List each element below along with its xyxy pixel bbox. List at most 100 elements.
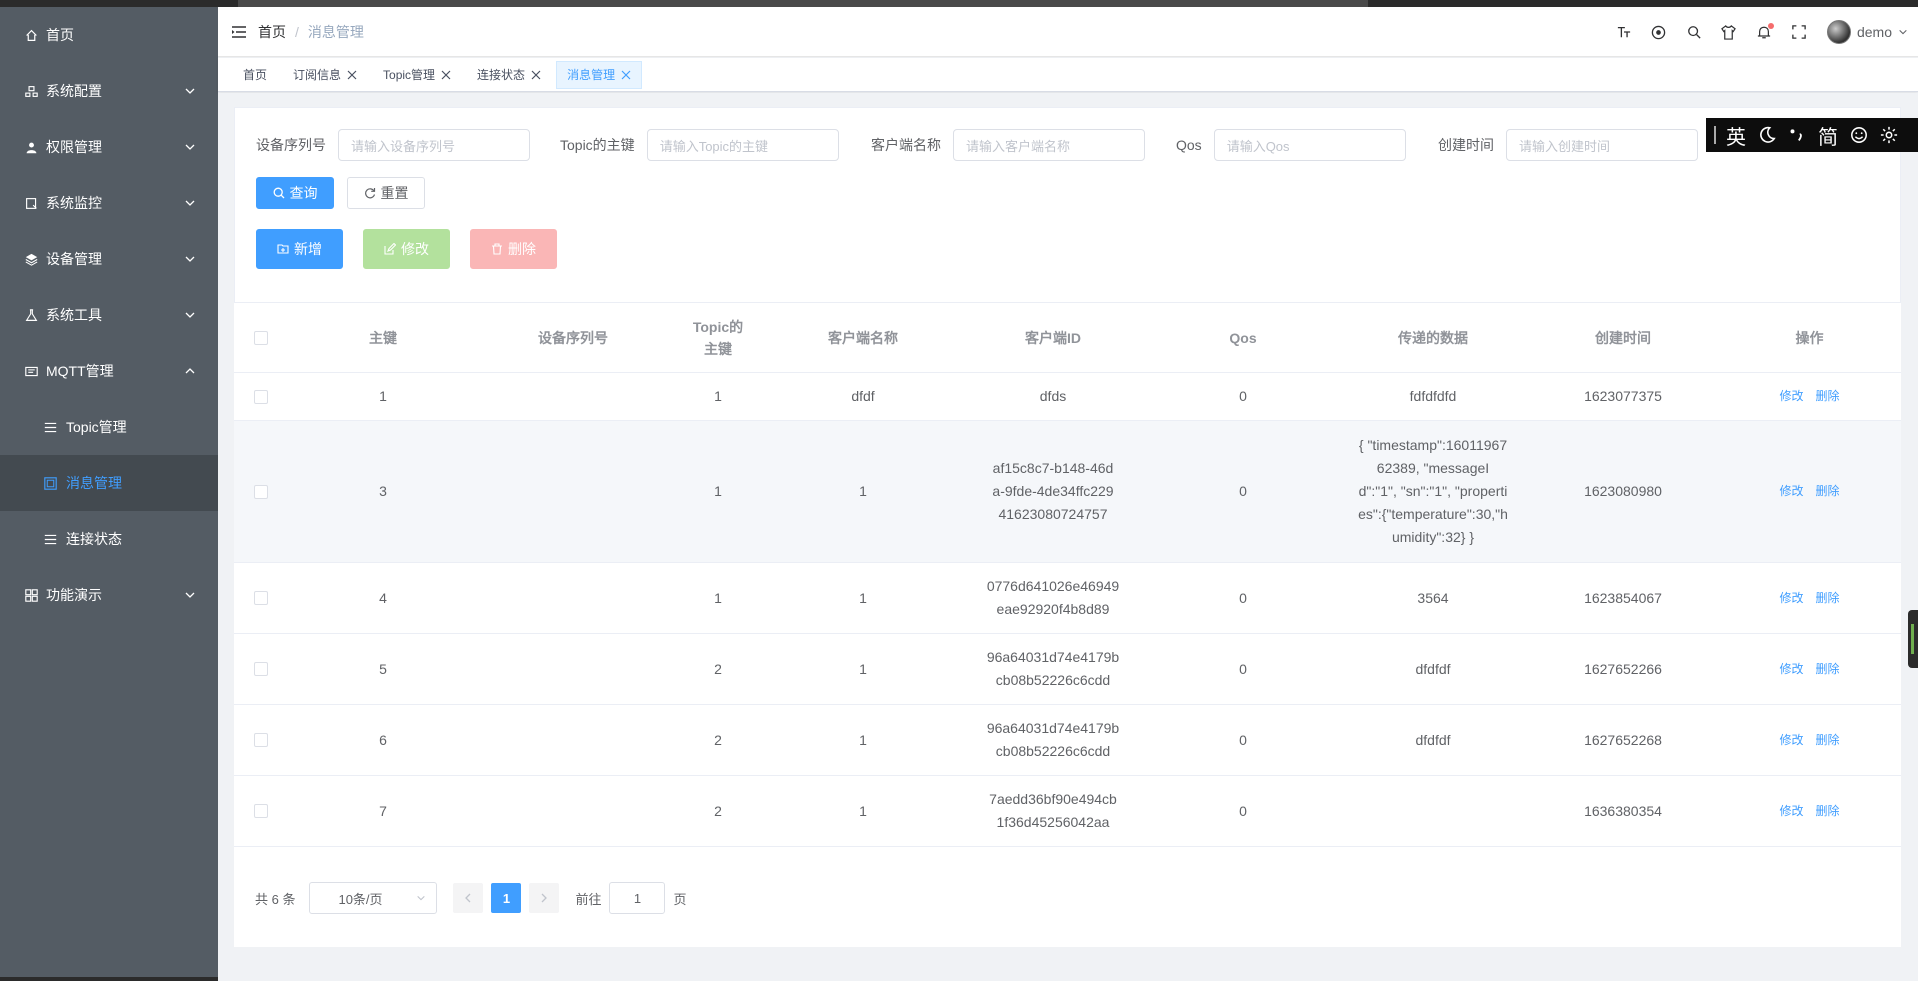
- cell-sn: [478, 421, 668, 562]
- add-button[interactable]: 新增: [256, 229, 343, 269]
- table-row: 7 2 1 7aedd36bf90e494cb1f36d45256042aa 0…: [234, 776, 1901, 847]
- ime-simplified-toggle[interactable]: 简: [1818, 121, 1838, 150]
- row-edit-link[interactable]: 修改: [1779, 800, 1803, 823]
- sidebar: 首页 系统配置 权限管理 系统监控 设备管理 系统工具 MQTT管理 Topic…: [0, 7, 218, 981]
- row-edit-link[interactable]: 修改: [1779, 587, 1803, 610]
- next-page-button[interactable]: [529, 883, 560, 913]
- hamburger-icon[interactable]: [232, 24, 248, 40]
- qos-input[interactable]: 请输入Qos: [1213, 129, 1406, 161]
- ime-drag-handle[interactable]: [1714, 126, 1716, 144]
- chevron-right-icon: [542, 893, 548, 903]
- folder-add-icon: [277, 244, 289, 254]
- window-top-strip-highlight: [238, 0, 1368, 7]
- theme-skin-icon[interactable]: [1719, 22, 1739, 42]
- row-edit-link[interactable]: 修改: [1779, 658, 1803, 681]
- edit-button-label: 修改: [401, 241, 429, 257]
- row-checkbox[interactable]: [254, 662, 268, 676]
- label-sn: 设备序列号: [256, 137, 326, 153]
- reset-button[interactable]: 重置: [347, 177, 425, 209]
- avatar[interactable]: [1826, 20, 1851, 44]
- window-top-strip: [0, 0, 1918, 7]
- gear-icon[interactable]: [1880, 126, 1898, 144]
- sidebar-item-mqtt[interactable]: MQTT管理: [0, 343, 218, 399]
- font-size-icon[interactable]: [1614, 22, 1634, 42]
- goto-page-input[interactable]: 1: [609, 882, 666, 914]
- sn-input[interactable]: 请输入设备序列号: [338, 129, 530, 161]
- sidebar-item-home[interactable]: 首页: [0, 7, 218, 63]
- tag-connection[interactable]: 连接状态: [466, 61, 552, 89]
- row-delete-link[interactable]: 删除: [1816, 385, 1840, 408]
- query-button[interactable]: 查询: [256, 177, 334, 209]
- close-icon[interactable]: [621, 70, 631, 80]
- tag-home[interactable]: 首页: [232, 61, 278, 89]
- row-delete-link[interactable]: 删除: [1816, 480, 1840, 503]
- topic-input[interactable]: 请输入Topic的主键: [646, 129, 839, 161]
- close-icon[interactable]: [347, 70, 357, 80]
- row-checkbox[interactable]: [254, 591, 268, 605]
- row-delete-link[interactable]: 删除: [1816, 729, 1840, 752]
- cell-sn: [478, 776, 668, 846]
- row-edit-link[interactable]: 修改: [1779, 480, 1803, 503]
- tag-message[interactable]: 消息管理: [556, 60, 643, 89]
- delete-button[interactable]: 删除: [470, 229, 557, 269]
- row-checkbox[interactable]: [254, 733, 268, 747]
- client-name-input[interactable]: 请输入客户端名称: [953, 129, 1145, 161]
- search-icon[interactable]: [1684, 22, 1704, 42]
- select-all-checkbox[interactable]: [254, 330, 268, 345]
- row-edit-link[interactable]: 修改: [1779, 385, 1803, 408]
- row-checkbox[interactable]: [254, 484, 268, 499]
- list-icon: [44, 420, 58, 434]
- punctuation-icon[interactable]: [1788, 126, 1806, 144]
- tag-subscription[interactable]: 订阅信息: [282, 61, 368, 89]
- sidebar-subitem-topic[interactable]: Topic管理: [0, 399, 218, 455]
- row-checkbox[interactable]: [254, 804, 268, 818]
- cell-sn: [478, 373, 668, 420]
- sidebar-item-label: 权限管理: [46, 139, 102, 155]
- cell-created: 1636380354: [1584, 802, 1662, 819]
- message-table: 主键 设备序列号 Topic的主键 客户端名称 客户端ID Qos 传递的数据 …: [234, 303, 1901, 847]
- breadcrumb-home[interactable]: 首页: [258, 22, 286, 42]
- row-delete-link[interactable]: 删除: [1816, 800, 1840, 823]
- device-icon: [24, 252, 38, 266]
- cell-actions: 修改 删除: [1718, 705, 1901, 775]
- notification-bell-icon[interactable]: [1754, 22, 1774, 42]
- close-icon[interactable]: [531, 70, 541, 80]
- ime-language-toggle[interactable]: 英: [1726, 121, 1746, 150]
- row-checkbox[interactable]: [254, 389, 268, 404]
- cell-client-id: 96a64031d74e4179bcb08b52226c6cdd: [986, 649, 1120, 688]
- moon-icon[interactable]: [1758, 126, 1776, 144]
- sidebar-subitem-message[interactable]: 消息管理: [0, 455, 218, 511]
- grid-icon: [24, 588, 38, 602]
- page-size-select[interactable]: 10条/页: [309, 882, 438, 914]
- label-created: 创建时间: [1438, 137, 1494, 153]
- username[interactable]: demo: [1857, 24, 1892, 40]
- page-number-current[interactable]: 1: [491, 883, 522, 913]
- chevron-down-icon[interactable]: [1898, 27, 1908, 37]
- row-edit-link[interactable]: 修改: [1779, 729, 1803, 752]
- tag-topic[interactable]: Topic管理: [372, 61, 462, 89]
- cell-id: 5: [379, 660, 387, 677]
- edit-button[interactable]: 修改: [363, 229, 450, 269]
- sidebar-item-system-config[interactable]: 系统配置: [0, 63, 218, 119]
- label-client-name: 客户端名称: [871, 137, 941, 153]
- sidebar-subitem-connection[interactable]: 连接状态: [0, 511, 218, 567]
- row-delete-link[interactable]: 删除: [1816, 658, 1840, 681]
- sidebar-item-tools[interactable]: 系统工具: [0, 287, 218, 343]
- edge-side-handle[interactable]: [1908, 610, 1918, 668]
- sidebar-item-device[interactable]: 设备管理: [0, 231, 218, 287]
- sidebar-item-demo[interactable]: 功能演示: [0, 567, 218, 623]
- fullscreen-icon[interactable]: [1789, 22, 1809, 42]
- tag-label: 连接状态: [477, 67, 526, 82]
- github-icon[interactable]: [1649, 22, 1669, 42]
- header-id: 主键: [369, 329, 397, 346]
- created-input[interactable]: 请输入创建时间: [1506, 129, 1698, 161]
- search-icon: [273, 187, 284, 199]
- cell-client-id: 0776d641026e46949eae92920f4b8d89: [986, 578, 1120, 617]
- sidebar-item-permission[interactable]: 权限管理: [0, 119, 218, 175]
- header-qos: Qos: [1229, 329, 1257, 346]
- sidebar-item-monitor[interactable]: 系统监控: [0, 175, 218, 231]
- row-delete-link[interactable]: 删除: [1816, 587, 1840, 610]
- close-icon[interactable]: [441, 70, 451, 80]
- prev-page-button[interactable]: [453, 883, 484, 913]
- emoji-icon[interactable]: [1850, 126, 1868, 144]
